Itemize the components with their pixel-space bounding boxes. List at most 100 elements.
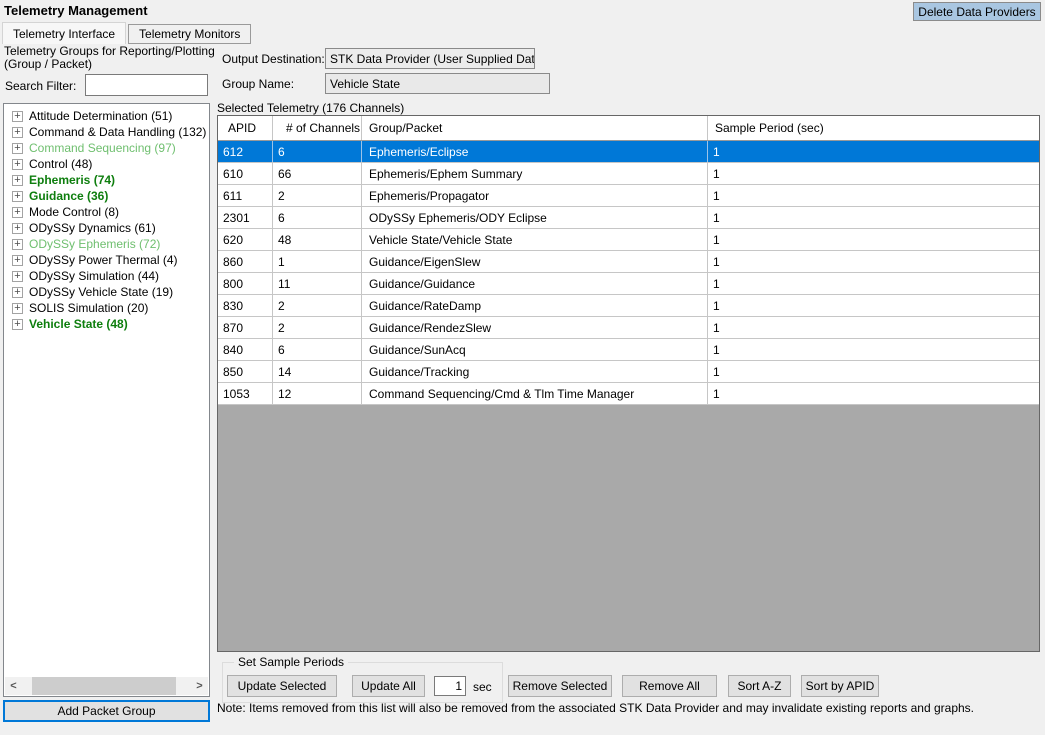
tab-telemetry-interface[interactable]: Telemetry Interface: [2, 22, 126, 44]
delete-data-providers-button[interactable]: Delete Data Providers: [913, 2, 1041, 21]
column-header-sample-period[interactable]: Sample Period (sec): [708, 116, 1039, 140]
table-cell: 620: [218, 229, 273, 250]
expand-plus-icon[interactable]: +: [12, 111, 23, 122]
tree-item[interactable]: + ODySSy Vehicle State (19): [4, 284, 209, 300]
table-row[interactable]: 80011Guidance/Guidance1: [218, 273, 1039, 295]
table-cell: 612: [218, 141, 273, 162]
sample-period-input[interactable]: [434, 676, 466, 696]
scrollbar-thumb[interactable]: [32, 677, 176, 695]
expand-plus-icon[interactable]: +: [12, 159, 23, 170]
tree-item[interactable]: + Vehicle State (48): [4, 316, 209, 332]
tree-item-label: Vehicle State (48): [29, 317, 128, 331]
expand-plus-icon[interactable]: +: [12, 175, 23, 186]
add-packet-group-button[interactable]: Add Packet Group: [3, 700, 210, 722]
expand-plus-icon[interactable]: +: [12, 255, 23, 266]
table-cell: 1: [708, 317, 1039, 338]
table-cell: 48: [273, 229, 362, 250]
tree-item-label: Guidance (36): [29, 189, 108, 203]
tab-telemetry-monitors[interactable]: Telemetry Monitors: [128, 24, 251, 44]
expand-plus-icon[interactable]: +: [12, 143, 23, 154]
table-cell: 2: [273, 185, 362, 206]
tree-item[interactable]: + Command Sequencing (97): [4, 140, 209, 156]
table-cell: 12: [273, 383, 362, 404]
expand-plus-icon[interactable]: +: [12, 287, 23, 298]
expand-plus-icon[interactable]: +: [12, 127, 23, 138]
table-row[interactable]: 62048Vehicle State/Vehicle State1: [218, 229, 1039, 251]
table-cell: Guidance/RateDamp: [362, 295, 708, 316]
remove-all-button[interactable]: Remove All: [622, 675, 717, 697]
table-row[interactable]: 8406Guidance/SunAcq1: [218, 339, 1039, 361]
table-row[interactable]: 23016ODySSy Ephemeris/ODY Eclipse1: [218, 207, 1039, 229]
table-row[interactable]: 8302Guidance/RateDamp1: [218, 295, 1039, 317]
tree-item-label: Command Sequencing (97): [29, 141, 176, 155]
tree-item[interactable]: +ODySSy Dynamics (61): [4, 220, 209, 236]
update-all-button[interactable]: Update All: [352, 675, 425, 697]
table-row[interactable]: 85014Guidance/Tracking1: [218, 361, 1039, 383]
tree-item[interactable]: + Control (48): [4, 156, 209, 172]
remove-selected-button[interactable]: Remove Selected: [508, 675, 612, 697]
table-row[interactable]: 6112Ephemeris/Propagator1: [218, 185, 1039, 207]
table-cell: 1: [708, 251, 1039, 272]
expand-plus-icon[interactable]: +: [12, 207, 23, 218]
tree-item-label: ODySSy Vehicle State (19): [29, 285, 173, 299]
output-destination-dropdown[interactable]: STK Data Provider (User Supplied Data ∨: [325, 48, 535, 69]
group-name-input[interactable]: [325, 73, 550, 94]
tree-item[interactable]: +Mode Control (8): [4, 204, 209, 220]
tree-item[interactable]: + Attitude Determination (51): [4, 108, 209, 124]
telemetry-table-body: 6126Ephemeris/Eclipse161066Ephemeris/Eph…: [218, 141, 1039, 405]
expand-plus-icon[interactable]: +: [12, 223, 23, 234]
table-cell: ODySSy Ephemeris/ODY Eclipse: [362, 207, 708, 228]
table-cell: 1053: [218, 383, 273, 404]
table-cell: 11: [273, 273, 362, 294]
table-header-row: APID # of Channels Group/Packet Sample P…: [218, 116, 1039, 141]
update-selected-button[interactable]: Update Selected: [227, 675, 337, 697]
expand-plus-icon[interactable]: +: [12, 303, 23, 314]
table-row[interactable]: 105312Command Sequencing/Cmd & Tlm Time …: [218, 383, 1039, 405]
sort-by-apid-button[interactable]: Sort by APID: [801, 675, 879, 697]
table-cell: Vehicle State/Vehicle State: [362, 229, 708, 250]
table-cell: 1: [708, 339, 1039, 360]
column-header-apid[interactable]: APID: [218, 116, 273, 140]
group-name-label: Group Name:: [222, 77, 294, 91]
tree-item[interactable]: +Ephemeris (74): [4, 172, 209, 188]
tree-item-label: Control (48): [29, 157, 92, 171]
table-cell: Guidance/Guidance: [362, 273, 708, 294]
table-cell: Guidance/RendezSlew: [362, 317, 708, 338]
expand-plus-icon[interactable]: +: [12, 271, 23, 282]
column-header-channels[interactable]: # of Channels: [273, 116, 362, 140]
scrollbar-left-arrow-icon[interactable]: <: [5, 677, 22, 695]
tree-item[interactable]: + Guidance (36): [4, 188, 209, 204]
expand-plus-icon[interactable]: +: [12, 239, 23, 250]
column-header-group-packet[interactable]: Group/Packet: [362, 116, 708, 140]
tree-item-label: Command & Data Handling (132): [29, 125, 206, 139]
tree-item-label: Attitude Determination (51): [29, 109, 172, 123]
table-cell: Ephemeris/Eclipse: [362, 141, 708, 162]
selected-telemetry-table: APID # of Channels Group/Packet Sample P…: [217, 115, 1040, 652]
table-cell: 2301: [218, 207, 273, 228]
expand-plus-icon[interactable]: +: [12, 191, 23, 202]
table-row[interactable]: 61066Ephemeris/Ephem Summary1: [218, 163, 1039, 185]
scrollbar-right-arrow-icon[interactable]: >: [191, 677, 208, 695]
table-row[interactable]: 8601Guidance/EigenSlew1: [218, 251, 1039, 273]
search-filter-input[interactable]: [85, 74, 208, 96]
table-row[interactable]: 8702Guidance/RendezSlew1: [218, 317, 1039, 339]
table-cell: Ephemeris/Propagator: [362, 185, 708, 206]
output-destination-value: STK Data Provider (User Supplied Data: [330, 52, 535, 66]
expand-plus-icon[interactable]: +: [12, 319, 23, 330]
tree-item[interactable]: +SOLIS Simulation (20): [4, 300, 209, 316]
scrollbar-track[interactable]: [22, 677, 191, 695]
tree-item[interactable]: +ODySSy Ephemeris (72): [4, 236, 209, 252]
table-cell: 800: [218, 273, 273, 294]
tree-item[interactable]: + Command & Data Handling (132): [4, 124, 209, 140]
sec-label: sec: [473, 680, 492, 694]
table-cell: 1: [708, 141, 1039, 162]
tree-item[interactable]: +ODySSy Simulation (44): [4, 268, 209, 284]
table-row[interactable]: 6126Ephemeris/Eclipse1: [218, 141, 1039, 163]
tree-item[interactable]: +ODySSy Power Thermal (4): [4, 252, 209, 268]
table-cell: Command Sequencing/Cmd & Tlm Time Manage…: [362, 383, 708, 404]
sort-az-button[interactable]: Sort A-Z: [728, 675, 791, 697]
tree-horizontal-scrollbar[interactable]: < >: [5, 677, 208, 695]
table-cell: 6: [273, 207, 362, 228]
table-cell: 6: [273, 141, 362, 162]
table-cell: 830: [218, 295, 273, 316]
